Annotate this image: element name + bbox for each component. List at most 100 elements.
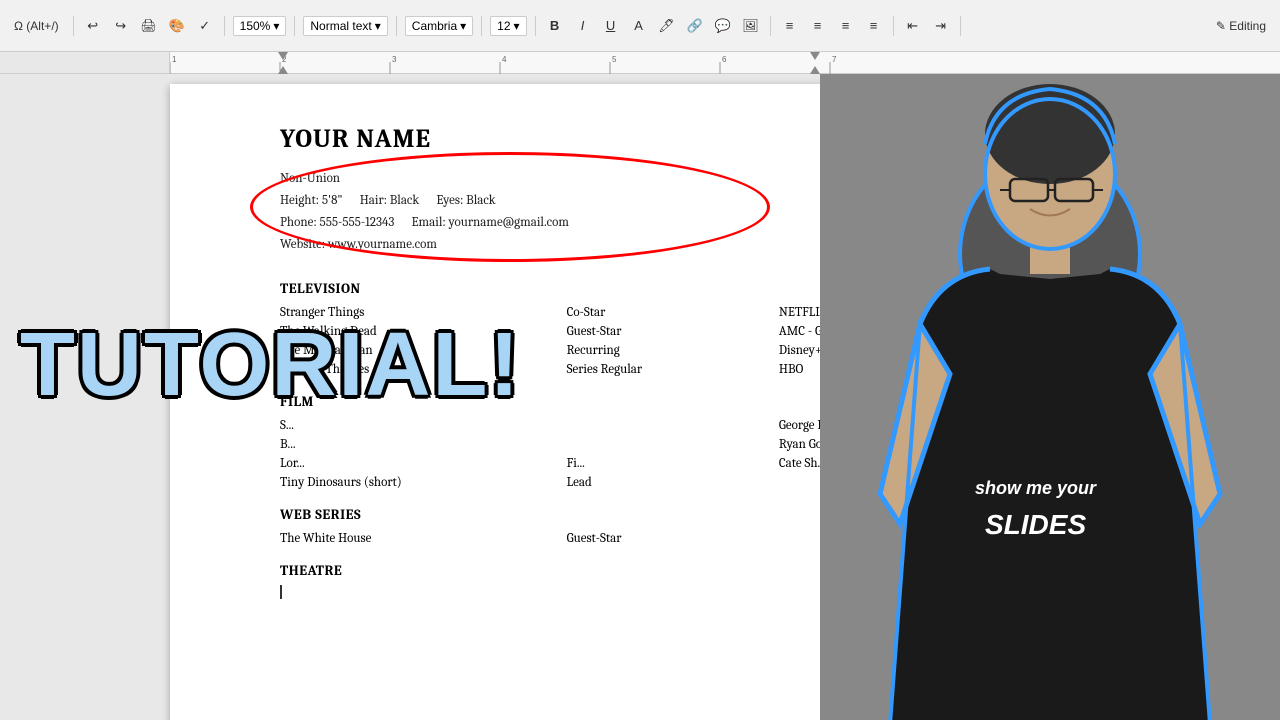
document-page[interactable]: YOUR NAME Non-Union Height: 5'8" Hair: B… (170, 84, 820, 720)
web-series-credits: The White House Guest-Star (280, 529, 820, 548)
justify[interactable]: ≡ (863, 15, 885, 37)
ruler: 1 2 3 4 5 6 7 (0, 52, 1280, 74)
email-label: Email: yourname@gmail.com (412, 215, 569, 230)
credit-network: Ryan Google (779, 435, 820, 454)
film-credits: S... George Lucas B... Ryan Google Lor..… (280, 416, 820, 492)
separator-6 (535, 16, 536, 36)
web-series-header: WEB SERIES (280, 506, 820, 523)
table-row: Game of Thrones Series Regular HBO (280, 360, 820, 379)
credit-title: The Walking Dead (280, 322, 567, 341)
editing-status[interactable]: ✎ Editing (1210, 17, 1272, 35)
union-status: Non-Union (280, 168, 820, 190)
font-dropdown[interactable]: Cambria ▾ (405, 16, 473, 36)
credit-role: Lead (567, 473, 779, 492)
redo-button[interactable]: ↪ (110, 15, 132, 37)
toolbar: Ω (Alt+/) ↩ ↪ 🖨 🎨 ✓ 150% ▾ Normal text ▾… (0, 0, 1280, 52)
credit-title: Lor... (280, 454, 567, 473)
credit-title: The White House (280, 529, 567, 548)
separator-7 (770, 16, 771, 36)
text-cursor (280, 585, 282, 599)
height-label: Height: 5'8" (280, 193, 343, 208)
credit-role: Co-Star (567, 303, 779, 322)
credit-network: AMC - G (779, 322, 820, 341)
table-row: B... Ryan Google (280, 435, 820, 454)
credit-role: Recurring (567, 341, 779, 360)
separator-5 (481, 16, 482, 36)
align-center[interactable]: ≡ (807, 15, 829, 37)
credit-network: George Lucas (779, 416, 820, 435)
television-header: TELEVISION (280, 280, 820, 297)
table-row: The Walking Dead Guest-Star AMC - G (280, 322, 820, 341)
size-label: 12 (497, 19, 510, 33)
website-label: Website: www.yourname.com (280, 234, 820, 256)
credit-title: Game of Thrones (280, 360, 567, 379)
credit-role: Guest-Star (567, 529, 779, 548)
undo-button[interactable]: ↩ (82, 15, 104, 37)
separator-3 (294, 16, 295, 36)
indent-less[interactable]: ⇤ (902, 15, 924, 37)
phone-label: Phone: 555-555-12343 (280, 215, 394, 230)
credit-network: HBO (779, 360, 820, 379)
credit-title: B... (280, 435, 567, 454)
table-row: S... George Lucas (280, 416, 820, 435)
print-button[interactable]: 🖨 (138, 15, 160, 37)
credit-network (779, 473, 820, 492)
credit-role: Fi... (567, 454, 779, 473)
credit-role (567, 416, 779, 435)
style-label: Normal text (310, 19, 371, 33)
image-button[interactable]: 🖼 (740, 15, 762, 37)
contact-block: Non-Union Height: 5'8" Hair: Black Eyes:… (280, 162, 820, 262)
style-chevron: ▾ (375, 19, 381, 33)
text-color-button[interactable]: A (628, 15, 650, 37)
align-left[interactable]: ≡ (779, 15, 801, 37)
size-dropdown[interactable]: 12 ▾ (490, 16, 526, 36)
svg-text:3: 3 (392, 55, 397, 64)
svg-text:SLIDES: SLIDES (985, 509, 1086, 540)
svg-text:6: 6 (722, 55, 727, 64)
table-row: The Mandalorian Recurring Disney+ (280, 341, 820, 360)
font-chevron: ▾ (460, 19, 466, 33)
hair-label: Hair: Black (360, 193, 420, 208)
separator-1 (73, 16, 74, 36)
highlight-button[interactable]: 🖊 (656, 15, 678, 37)
credit-role (567, 435, 779, 454)
separator-4 (396, 16, 397, 36)
italic-button[interactable]: I (572, 15, 594, 37)
separator-9 (960, 16, 961, 36)
credit-title: Stranger Things (280, 303, 567, 322)
separator-8 (893, 16, 894, 36)
zoom-value: 150% (240, 19, 271, 33)
credit-title: The Mandalorian (280, 341, 567, 360)
eyes-label: Eyes: Black (436, 193, 495, 208)
menu-file[interactable]: Ω (Alt+/) (8, 17, 65, 35)
font-label: Cambria (412, 19, 457, 33)
svg-text:1: 1 (172, 55, 177, 64)
contact-info: Phone: 555-555-12343 Email: yourname@gma… (280, 212, 820, 234)
underline-button[interactable]: U (600, 15, 622, 37)
spell-check-button[interactable]: ✓ (194, 15, 216, 37)
bold-button[interactable]: B (544, 15, 566, 37)
credit-network: Disney+ (779, 341, 820, 360)
credit-title: Tiny Dinosaurs (short) (280, 473, 567, 492)
link-button[interactable]: 🔗 (684, 15, 706, 37)
credit-title: S... (280, 416, 567, 435)
zoom-dropdown[interactable]: 150% ▾ (233, 16, 287, 36)
person-area: show me your SLIDES (820, 74, 1280, 720)
doc-area[interactable]: YOUR NAME Non-Union Height: 5'8" Hair: B… (0, 74, 820, 720)
separator-2 (224, 16, 225, 36)
comment-button[interactable]: 💬 (712, 15, 734, 37)
size-chevron: ▾ (514, 19, 520, 33)
person-silhouette: show me your SLIDES (820, 74, 1280, 720)
svg-text:4: 4 (502, 55, 507, 64)
zoom-chevron: ▾ (273, 19, 279, 33)
paint-format-button[interactable]: 🎨 (166, 15, 188, 37)
credit-network: Cate Sh... (779, 454, 820, 473)
physical-info: Height: 5'8" Hair: Black Eyes: Black (280, 190, 820, 212)
television-credits: Stranger Things Co-Star NETFLIX The Walk… (280, 303, 820, 379)
align-right[interactable]: ≡ (835, 15, 857, 37)
table-row: Tiny Dinosaurs (short) Lead (280, 473, 820, 492)
credit-network (779, 529, 820, 548)
style-dropdown[interactable]: Normal text ▾ (303, 16, 387, 36)
indent-more[interactable]: ⇥ (930, 15, 952, 37)
table-row: The White House Guest-Star (280, 529, 820, 548)
